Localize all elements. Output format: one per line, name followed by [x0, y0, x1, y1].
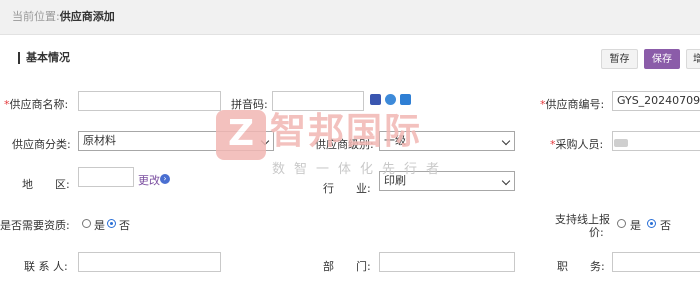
- industry-select[interactable]: 印刷: [379, 171, 515, 191]
- draft-button[interactable]: 暂存: [601, 49, 638, 69]
- industry-label: 行 业:: [323, 182, 371, 195]
- info-icon[interactable]: [400, 94, 411, 105]
- section-title: 基本情况: [18, 52, 70, 64]
- contact-label: 联 系 人:: [24, 260, 68, 273]
- online-quote-no-label: 否: [660, 219, 671, 232]
- supplier-name-input[interactable]: [78, 91, 221, 111]
- chevron-down-icon: [260, 136, 270, 146]
- supplier-category-select[interactable]: 原材料: [78, 131, 274, 151]
- pinyin-code-label: 拼音码:: [231, 98, 268, 111]
- breadcrumb: 当前位置:供应商添加: [12, 8, 115, 24]
- region-label: 地 区:: [22, 178, 70, 191]
- contact-input[interactable]: [78, 252, 221, 272]
- supplier-category-value: 原材料: [83, 134, 116, 147]
- chevron-down-icon: [501, 136, 511, 146]
- position-input[interactable]: [612, 252, 700, 272]
- purchaser-avatar: [614, 139, 628, 147]
- region-input[interactable]: [78, 167, 134, 187]
- qualification-yes-label: 是: [94, 219, 105, 232]
- top-bar: 当前位置:供应商添加: [0, 0, 700, 35]
- supplier-level-select[interactable]: 一级: [379, 131, 515, 151]
- online-quote-yes-radio[interactable]: [617, 219, 626, 228]
- chevron-down-icon: [501, 176, 511, 186]
- arrow-right-icon[interactable]: ›: [160, 174, 170, 184]
- online-quote-no-radio[interactable]: [647, 219, 656, 228]
- save-button[interactable]: 保存: [644, 49, 680, 69]
- region-change-link[interactable]: 更改: [138, 172, 160, 188]
- add-button[interactable]: 增: [686, 49, 700, 69]
- supplier-level-label: 供应商级别:: [315, 138, 374, 151]
- supplier-code-label: *供应商编号:: [540, 98, 605, 111]
- picture-icon[interactable]: [370, 94, 381, 105]
- position-label: 职 务:: [557, 260, 605, 273]
- supplier-level-value: 一级: [384, 134, 406, 147]
- qualification-yes-radio[interactable]: [82, 219, 91, 228]
- department-input[interactable]: [379, 252, 515, 272]
- refresh-icon[interactable]: [385, 94, 396, 105]
- breadcrumb-prefix: 当前位置:: [12, 10, 60, 23]
- online-quote-yes-label: 是: [630, 219, 641, 232]
- online-quote-label-line2: 价:: [589, 226, 604, 239]
- supplier-code-input[interactable]: GYS_2024070901: [612, 91, 700, 111]
- pinyin-code-input[interactable]: [272, 91, 364, 111]
- supplier-category-label: 供应商分类:: [12, 138, 71, 151]
- need-qualification-label: 是否需要资质:: [0, 219, 70, 232]
- qualification-no-radio[interactable]: [107, 219, 116, 228]
- purchaser-label: *采购人员:: [550, 138, 604, 151]
- department-label: 部 门:: [323, 260, 371, 273]
- supplier-name-label: *供应商名称:: [4, 98, 69, 111]
- qualification-no-label: 否: [119, 219, 130, 232]
- breadcrumb-current: 供应商添加: [59, 10, 115, 23]
- industry-value: 印刷: [384, 174, 406, 187]
